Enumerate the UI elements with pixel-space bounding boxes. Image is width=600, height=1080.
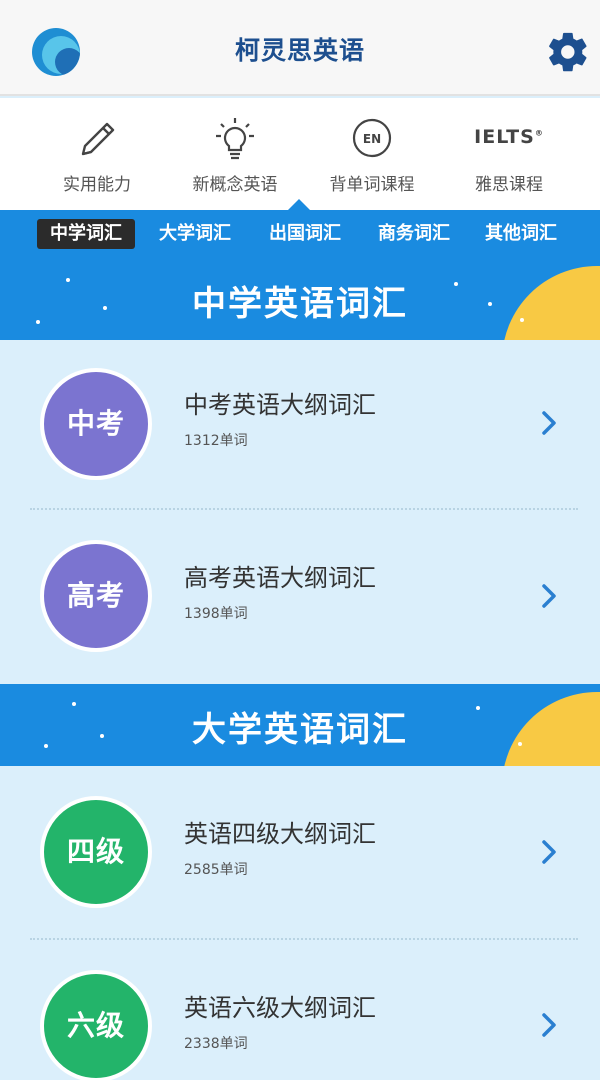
active-category-indicator [288, 199, 310, 210]
gear-icon[interactable] [545, 29, 591, 75]
item-count: 2338单词 [184, 1036, 248, 1052]
category-label: 实用能力 [63, 175, 131, 195]
item-name: 中考英语大纲词汇 [184, 391, 376, 419]
section-title: 大学英语词汇 [192, 710, 408, 750]
chevron-right-icon [542, 840, 556, 864]
chevron-right-icon [542, 584, 556, 608]
category-practical[interactable]: 实用能力 [22, 98, 172, 210]
section-banner: 大学英语词汇 [0, 684, 600, 766]
category-vocabulary[interactable]: EN 背单词课程 [297, 98, 447, 210]
list-item[interactable]: 四级 英语四级大纲词汇 2585单词 [0, 766, 600, 938]
item-count: 1312单词 [184, 433, 248, 449]
app-title: 柯灵思英语 [234, 36, 365, 65]
section-title: 中学英语词汇 [192, 284, 408, 324]
badge-cet4: 四级 [40, 796, 152, 908]
list-item[interactable]: 六级 英语六级大纲词汇 2338单词 [0, 942, 600, 1080]
category-ielts[interactable]: IELTS® 雅思课程 [434, 98, 584, 210]
item-count: 1398单词 [184, 606, 248, 622]
tab-university[interactable]: 大学词汇 [146, 219, 244, 249]
tab-middle-school[interactable]: 中学词汇 [37, 219, 135, 249]
list-item[interactable]: 高考 高考英语大纲词汇 1398单词 [0, 512, 600, 684]
badge-zhongkao: 中考 [40, 368, 152, 480]
item-count: 2585单词 [184, 862, 248, 878]
category-label: 雅思课程 [475, 175, 543, 195]
category-new-concept[interactable]: 新概念英语 [160, 98, 310, 210]
category-bar: 实用能力 新概念英语 EN 背单词课程 IELTS® 雅思课程 [0, 98, 600, 210]
tab-other[interactable]: 其他词汇 [472, 219, 570, 249]
badge-cet6: 六级 [40, 970, 152, 1080]
divider [30, 938, 578, 940]
item-name: 英语六级大纲词汇 [184, 994, 376, 1022]
category-label: 新概念英语 [192, 175, 278, 195]
tab-business[interactable]: 商务词汇 [365, 219, 463, 249]
chevron-right-icon [542, 1013, 556, 1037]
app-header: 柯灵思英语 [0, 0, 600, 96]
item-name: 英语四级大纲词汇 [184, 820, 376, 848]
badge-gaokao: 高考 [40, 540, 152, 652]
en-circle-icon: EN [352, 118, 392, 158]
lightbulb-icon [216, 118, 254, 160]
ielts-icon: IELTS® [474, 126, 544, 148]
pencil-icon [81, 122, 115, 156]
category-label: 背单词课程 [329, 175, 415, 195]
tab-abroad[interactable]: 出国词汇 [256, 219, 354, 249]
divider [30, 508, 578, 510]
section-banner: 中学英语词汇 [0, 258, 600, 340]
chevron-right-icon [542, 411, 556, 435]
item-name: 高考英语大纲词汇 [184, 564, 376, 592]
list-item[interactable]: 中考 中考英语大纲词汇 1312单词 [0, 340, 600, 512]
svg-text:EN: EN [363, 132, 381, 146]
vocab-tab-bar: 中学词汇 大学词汇 出国词汇 商务词汇 其他词汇 [0, 210, 600, 258]
